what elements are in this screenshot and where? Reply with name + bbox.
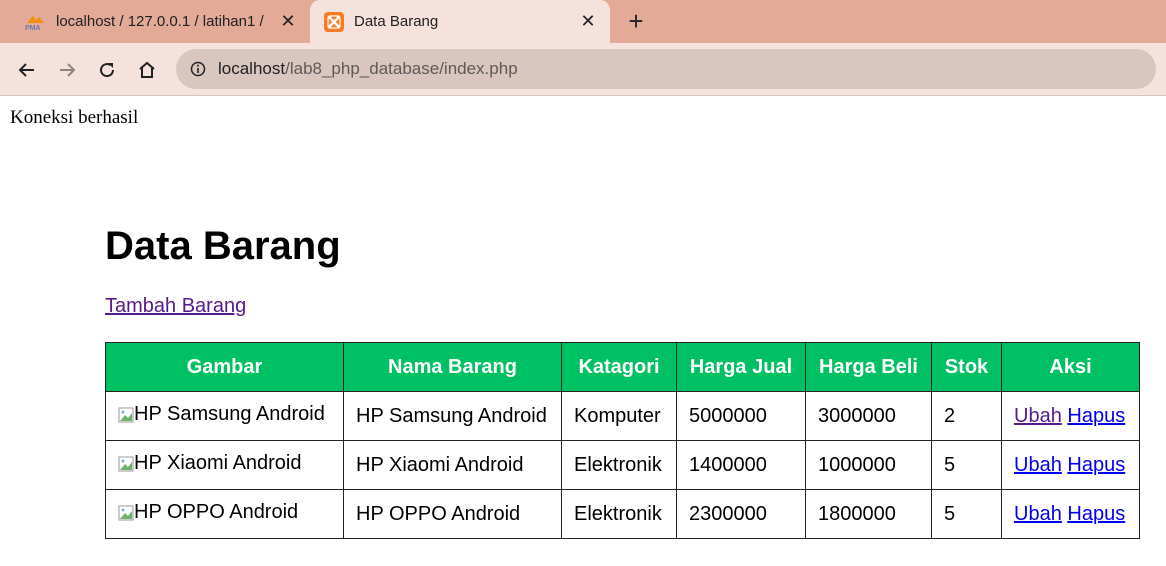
tab-title: localhost / 127.0.0.1 / latihan1 /: [56, 13, 264, 30]
new-tab-icon[interactable]: +: [622, 8, 650, 36]
header-aksi: Aksi: [1001, 342, 1140, 392]
info-icon[interactable]: [190, 61, 206, 77]
item-stock: 2: [931, 391, 1002, 441]
delete-link[interactable]: Hapus: [1067, 454, 1125, 476]
url-host: localhost: [218, 59, 286, 78]
table-row: HP Xiaomi Android HP Xiaomi Android Elek…: [105, 440, 1140, 490]
forward-arrow-icon[interactable]: [53, 56, 81, 84]
item-actions: Ubah Hapus: [1001, 489, 1140, 539]
item-name: HP Xiaomi Android: [343, 440, 562, 490]
svg-text:PMA: PMA: [25, 25, 41, 31]
connection-status: Koneksi berhasil: [10, 107, 139, 128]
home-icon[interactable]: [133, 56, 161, 84]
browser-toolbar: localhost/lab8_php_database/index.php: [0, 43, 1166, 96]
item-sell-price: 5000000: [676, 391, 806, 441]
item-sell-price: 2300000: [676, 489, 806, 539]
item-actions: Ubah Hapus: [1001, 391, 1140, 441]
item-image: HP Xiaomi Android: [105, 440, 344, 490]
table-row: HP OPPO Android HP OPPO Android Elektron…: [105, 489, 1140, 539]
item-stock: 5: [931, 489, 1002, 539]
delete-link[interactable]: Hapus: [1067, 405, 1125, 427]
item-image: HP Samsung Android: [105, 391, 344, 441]
close-icon[interactable]: ✕: [278, 11, 298, 31]
edit-link[interactable]: Ubah: [1014, 454, 1062, 476]
image-alt-text: HP Samsung Android: [134, 402, 325, 425]
tab-data-barang[interactable]: Data Barang ✕: [310, 0, 610, 43]
phpmyadmin-icon: PMA: [24, 13, 46, 32]
table-row: HP Samsung Android HP Samsung Android Ko…: [105, 391, 1140, 441]
tab-strip: PMA localhost / 127.0.0.1 / latihan1 / ✕…: [0, 0, 1166, 43]
item-buy-price: 1800000: [805, 489, 932, 539]
image-alt-text: HP OPPO Android: [134, 500, 299, 523]
image-alt-text: HP Xiaomi Android: [134, 451, 302, 474]
back-arrow-icon[interactable]: [13, 56, 41, 84]
delete-link[interactable]: Hapus: [1067, 503, 1125, 525]
broken-image-icon: [118, 455, 134, 472]
edit-link[interactable]: Ubah: [1014, 405, 1062, 427]
add-item-link[interactable]: Tambah Barang: [105, 295, 246, 318]
url-text[interactable]: localhost/lab8_php_database/index.php: [218, 59, 518, 79]
item-name: HP OPPO Android: [343, 489, 562, 539]
item-buy-price: 3000000: [805, 391, 932, 441]
broken-image-icon: [118, 504, 134, 521]
address-bar[interactable]: localhost/lab8_php_database/index.php: [176, 49, 1156, 89]
table-header-row: Gambar Nama Barang Katagori Harga Jual H…: [105, 342, 1140, 392]
xampp-icon: [324, 11, 344, 32]
item-sell-price: 1400000: [676, 440, 806, 490]
item-category: Elektronik: [561, 440, 677, 490]
reload-icon[interactable]: [93, 56, 121, 84]
item-category: Elektronik: [561, 489, 677, 539]
close-icon[interactable]: ✕: [578, 11, 598, 31]
item-actions: Ubah Hapus: [1001, 440, 1140, 490]
page-title: Data Barang: [105, 224, 341, 268]
items-table: Gambar Nama Barang Katagori Harga Jual H…: [105, 342, 1140, 539]
item-image: HP OPPO Android: [105, 489, 344, 539]
header-gambar: Gambar: [105, 342, 344, 392]
url-path: /lab8_php_database/index.php: [285, 59, 518, 78]
header-harga-jual: Harga Jual: [676, 342, 806, 392]
item-name: HP Samsung Android: [343, 391, 562, 441]
tab-phpmyadmin[interactable]: PMA localhost / 127.0.0.1 / latihan1 / ✕: [0, 0, 310, 43]
header-harga-beli: Harga Beli: [805, 342, 932, 392]
edit-link[interactable]: Ubah: [1014, 503, 1062, 525]
broken-image-icon: [118, 406, 134, 423]
header-nama-barang: Nama Barang: [343, 342, 562, 392]
header-katagori: Katagori: [561, 342, 677, 392]
item-category: Komputer: [561, 391, 677, 441]
item-stock: 5: [931, 440, 1002, 490]
tab-title: Data Barang: [354, 13, 439, 30]
header-stok: Stok: [931, 342, 1002, 392]
item-buy-price: 1000000: [805, 440, 932, 490]
